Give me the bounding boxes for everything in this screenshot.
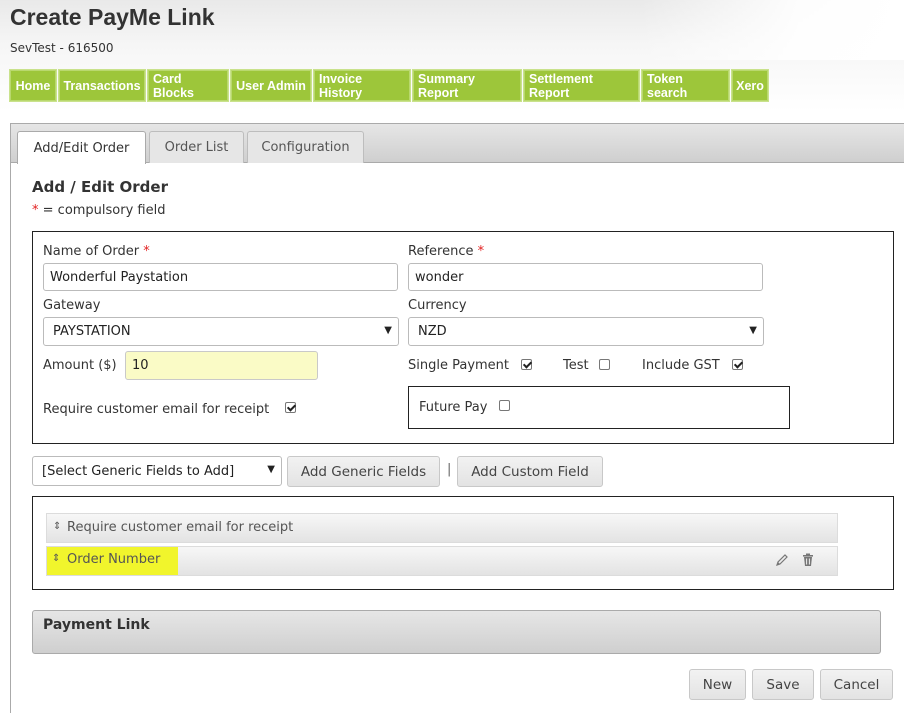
include-gst-label: Include GST xyxy=(642,358,720,373)
require-email-checkbox[interactable] xyxy=(285,402,296,413)
include-gst-checkbox[interactable] xyxy=(732,359,743,370)
gateway-select[interactable]: PAYSTATION ▼ xyxy=(43,317,399,346)
page-title: Create PayMe Link xyxy=(10,4,215,30)
nav-card-blocks[interactable]: Card Blocks xyxy=(147,69,229,102)
nav-transactions[interactable]: Transactions xyxy=(58,69,146,102)
currency-select[interactable]: NZD ▼ xyxy=(408,317,764,346)
new-button[interactable]: New xyxy=(689,669,746,700)
field-row-label: Require customer email for receipt xyxy=(67,520,294,535)
amount-label: Amount ($) xyxy=(43,358,117,373)
amount-input[interactable] xyxy=(125,351,318,380)
future-pay-label: Future Pay xyxy=(419,400,488,415)
nav-token-search[interactable]: Token search xyxy=(641,69,730,102)
currency-label: Currency xyxy=(408,298,467,313)
trash-delete-icon[interactable] xyxy=(802,553,814,567)
nav-home[interactable]: Home xyxy=(9,69,57,102)
save-button[interactable]: Save xyxy=(752,669,814,700)
field-row-require-email[interactable]: ⇕ Require customer email for receipt xyxy=(46,513,838,543)
gateway-label: Gateway xyxy=(43,298,101,313)
field-row-label: Order Number xyxy=(67,552,161,567)
chevron-down-icon: ▼ xyxy=(749,325,757,336)
section-title: Add / Edit Order xyxy=(32,178,168,196)
required-note: * = compulsory field xyxy=(32,203,165,218)
add-generic-fields-button[interactable]: Add Generic Fields xyxy=(287,456,440,487)
tab-order-list[interactable]: Order List xyxy=(149,131,244,163)
toolbar-separator: | xyxy=(447,462,452,477)
generic-fields-selected-value: [Select Generic Fields to Add] xyxy=(42,463,235,479)
single-payment-checkbox[interactable] xyxy=(521,359,532,370)
reference-input[interactable] xyxy=(408,263,763,291)
pencil-edit-icon[interactable] xyxy=(775,553,789,567)
single-payment-label: Single Payment xyxy=(408,358,510,373)
required-note-text: = compulsory field xyxy=(42,203,166,218)
cancel-button[interactable]: Cancel xyxy=(820,669,893,700)
name-required-marker: * xyxy=(143,244,150,259)
header-decoration xyxy=(640,0,904,60)
tab-configuration[interactable]: Configuration xyxy=(247,131,364,163)
payment-link-title: Payment Link xyxy=(43,617,150,633)
main-nav: Home Transactions Card Blocks User Admin… xyxy=(9,69,771,102)
chevron-down-icon: ▼ xyxy=(384,325,392,336)
require-email-label: Require customer email for receipt xyxy=(43,402,270,417)
name-of-order-input[interactable] xyxy=(43,263,398,291)
name-of-order-label: Name of Order * xyxy=(43,244,150,259)
tab-add-edit-order[interactable]: Add/Edit Order xyxy=(17,131,146,164)
chevron-down-icon: ▼ xyxy=(267,464,275,475)
nav-user-admin[interactable]: User Admin xyxy=(230,69,312,102)
reference-label: Reference * xyxy=(408,244,484,259)
test-label: Test xyxy=(563,358,589,373)
nav-summary-report[interactable]: Summary Report xyxy=(412,69,522,102)
name-of-order-label-text: Name of Order xyxy=(43,244,140,259)
nav-invoice-history[interactable]: Invoice History xyxy=(313,69,411,102)
drag-handle-icon[interactable]: ⇕ xyxy=(53,521,61,532)
test-checkbox[interactable] xyxy=(599,359,610,370)
gateway-selected-value: PAYSTATION xyxy=(53,324,131,339)
payment-link-panel[interactable]: Payment Link xyxy=(32,610,881,654)
reference-label-text: Reference xyxy=(408,244,474,259)
nav-settlement-report[interactable]: Settlement Report xyxy=(523,69,640,102)
add-custom-field-button[interactable]: Add Custom Field xyxy=(457,456,603,487)
future-pay-checkbox[interactable] xyxy=(499,400,510,411)
currency-selected-value: NZD xyxy=(418,324,447,339)
required-marker: * xyxy=(32,203,39,218)
drag-handle-icon[interactable]: ⇕ xyxy=(52,553,60,564)
reference-required-marker: * xyxy=(477,244,485,259)
generic-fields-select[interactable]: [Select Generic Fields to Add] ▼ xyxy=(32,456,282,486)
nav-xero[interactable]: Xero xyxy=(731,69,769,102)
merchant-subtitle: SevTest - 616500 xyxy=(10,41,114,55)
